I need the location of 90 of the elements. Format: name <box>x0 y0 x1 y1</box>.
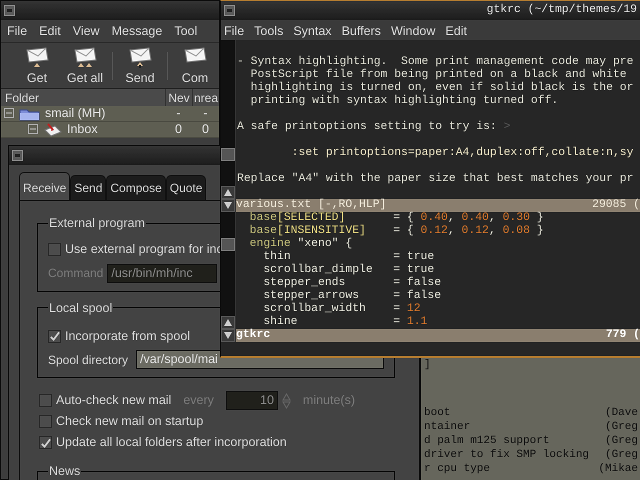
window-menu-button[interactable] <box>4 5 15 16</box>
folder-icon <box>19 106 41 120</box>
inbox-icon <box>43 122 63 136</box>
field-label: Spool directory <box>48 352 128 368</box>
checkbox[interactable] <box>39 436 52 449</box>
window-title: gtkrc (~/tmp/themes/19 <box>486 4 637 17</box>
menu-item[interactable]: File <box>221 20 252 40</box>
toolbar-button[interactable]: Get all <box>61 44 109 88</box>
menu-item[interactable]: View <box>66 18 106 44</box>
down-arrow-icon <box>224 202 232 209</box>
folder-row[interactable]: Inbox 0 0 <box>1 122 219 138</box>
help-text-line: printing with syntax highlighting turned off. <box>250 95 558 108</box>
menu-item[interactable]: Edit <box>442 20 474 40</box>
commit-author: (Dave <box>604 406 638 420</box>
commit-author: (Greg <box>604 434 638 448</box>
down-arrow-icon <box>224 332 232 339</box>
code-line: shine = 1.1 <box>262 316 428 328</box>
interval-spinbox[interactable]: 10 <box>226 391 278 410</box>
collapse-icon[interactable] <box>28 124 39 135</box>
scroll-down-button[interactable] <box>221 329 235 342</box>
scroll-up-button[interactable] <box>221 316 235 329</box>
code-line: base[INSENSITIVE] = { 0.12, 0.12, 0.08 } <box>248 225 544 238</box>
envelope-icon <box>127 46 153 68</box>
checkbox-label: Auto-check new mail <box>56 392 172 410</box>
code-line: base[SELECTED] = { 0.40, 0.40, 0.30 } <box>248 212 544 224</box>
toolbar-button[interactable]: Com <box>171 44 219 88</box>
cursor-position: 779 ( <box>606 329 640 342</box>
envelope-icon <box>24 46 50 68</box>
toolbar-button[interactable]: Send <box>116 44 164 88</box>
command-example: :set printoptions=paper:A4,duplex:off,collate:n,sy <box>290 147 634 160</box>
cursor-position: 29085 ( <box>592 199 640 212</box>
help-text-line: A safe printoptions setting to try is: <box>237 121 497 134</box>
terminal-line: ] <box>424 358 431 372</box>
menu-item[interactable]: Message <box>106 18 168 44</box>
commit-author: (Greg <box>604 420 638 434</box>
commit-author: (Mikae <box>598 462 638 476</box>
buffer-name: gtkrc <box>236 329 270 342</box>
checkbox[interactable] <box>39 394 52 407</box>
tab[interactable]: Quote <box>166 175 206 200</box>
help-text-line: PostScript file from being printed on a black and white <box>250 69 628 82</box>
toolbar-button[interactable]: Get <box>13 44 61 88</box>
commit-author: (Greg <box>604 448 638 462</box>
scroll-up-button[interactable] <box>221 186 235 199</box>
code-line: engine "xeno" { <box>248 238 352 250</box>
commit-summary: ntainer <box>424 420 470 434</box>
scrollbar-thumb[interactable] <box>221 238 235 251</box>
column-header[interactable]: Folder <box>1 88 165 106</box>
commit-summary: driver to fix SMP locking <box>424 448 590 462</box>
menu-item[interactable]: Tool <box>168 18 204 44</box>
menu-item[interactable]: Window <box>388 20 442 40</box>
up-arrow-icon <box>224 189 232 196</box>
scrollbar-thumb[interactable] <box>221 148 235 161</box>
up-arrow-icon <box>224 319 232 326</box>
tab[interactable]: Send <box>70 175 106 200</box>
group-title: News <box>48 465 82 478</box>
menu-item[interactable]: Syntax <box>290 20 339 40</box>
command-field[interactable]: /usr/bin/mh/inc <box>107 264 218 282</box>
checkbox-label: Incorporate from spool <box>65 328 190 345</box>
code-line: scrollbar_dimple = true <box>262 264 434 276</box>
checkbox[interactable] <box>39 415 52 428</box>
code-line: scrollbar_width = 12 <box>262 303 421 316</box>
buffer-name: various.txt [-,RO,HLP] <box>236 199 386 212</box>
checkbox[interactable] <box>48 330 61 342</box>
window-menu-button[interactable] <box>12 150 23 161</box>
scroll-down-button[interactable] <box>221 199 235 212</box>
tab[interactable]: Receive <box>19 172 70 200</box>
help-text-line: highlighting is turned on, even if solid black is the or <box>250 82 634 94</box>
group-title: Local spool <box>48 302 114 314</box>
commit-summary: r cpu type <box>424 462 490 476</box>
code-line: stepper_ends = false <box>262 277 442 290</box>
tab[interactable]: Compose <box>106 175 166 200</box>
menu-item[interactable]: Buffers <box>338 20 388 40</box>
code-line: stepper_arrows = false <box>262 290 442 302</box>
collapse-icon[interactable] <box>4 108 15 119</box>
checkbox[interactable] <box>48 243 61 256</box>
prompt-marker: > <box>504 121 510 134</box>
menu-item[interactable]: File <box>1 18 34 44</box>
window-menu-button[interactable] <box>224 5 235 16</box>
help-text-line: Replace "A4" with the paper size that best matches your pr <box>237 173 634 186</box>
group-title: External program <box>48 217 146 230</box>
code-line: thin = true <box>262 251 434 264</box>
checkbox-label: Check new mail on startup <box>56 413 204 430</box>
envelope-icon <box>72 46 98 68</box>
commit-summary: boot <box>424 406 450 420</box>
commit-summary: d palm m125 support <box>424 434 550 448</box>
folder-row[interactable]: smail (MH) - - <box>1 106 219 122</box>
checkbox-label: Update all local folders after incorporation <box>56 434 287 452</box>
help-text-line: - Syntax highlighting. Some print management code may pre <box>237 56 634 68</box>
menu-item[interactable]: Tools <box>251 20 290 40</box>
menu-item[interactable]: Edit <box>33 18 67 44</box>
